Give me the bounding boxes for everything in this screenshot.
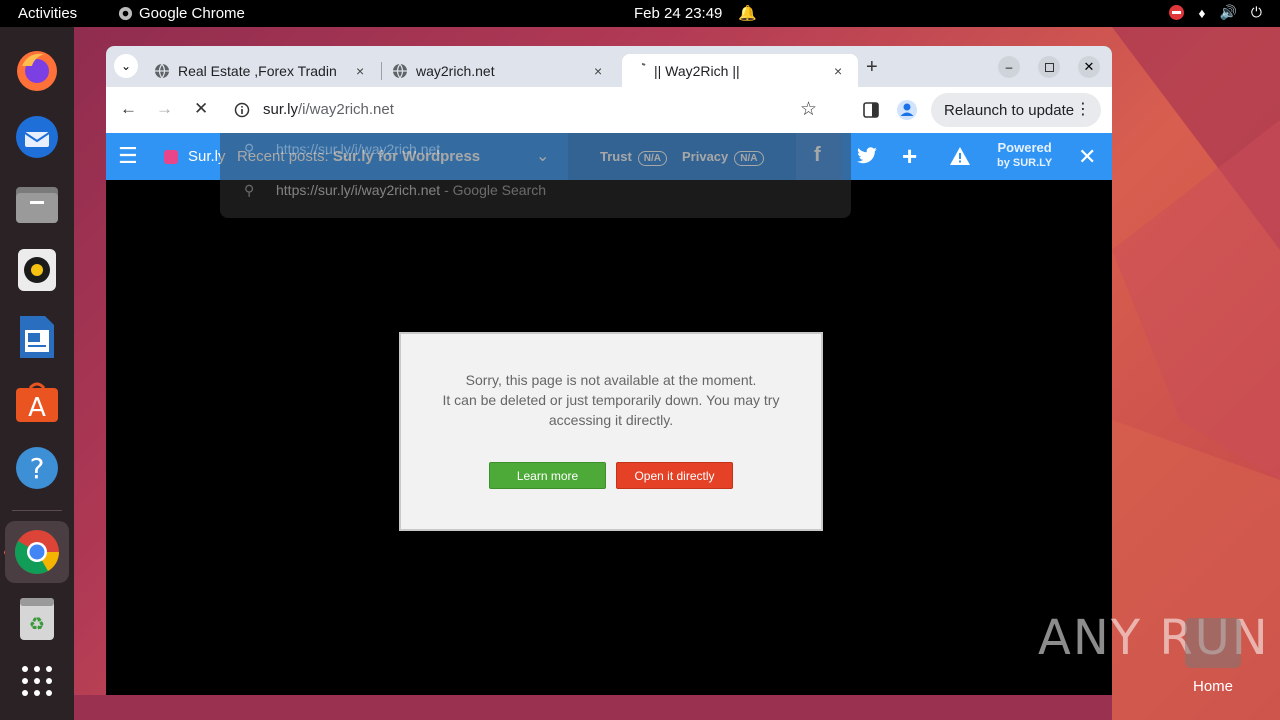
hamburger-menu-icon[interactable]: ☰ (118, 145, 138, 167)
url-path: /i/way2rich.net (298, 101, 394, 118)
thunderbird-icon[interactable] (12, 112, 62, 162)
profile-avatar-icon[interactable] (896, 99, 918, 121)
libreoffice-writer-icon[interactable] (12, 312, 62, 362)
address-bar[interactable]: sur.ly/i/way2rich.net ☆ (224, 93, 844, 127)
tab-title: way2rich.net (416, 62, 495, 79)
tab-way2rich[interactable]: way2rich.net × (388, 54, 614, 87)
home-folder-label: Home (1193, 678, 1234, 695)
relaunch-to-update-button[interactable]: Relaunch to update ⋮ (931, 93, 1101, 127)
dialog-line-2: It can be deleted or just temporarily do… (442, 392, 780, 408)
browser-window: ⌄ Real Estate ,Forex Tradin × way2rich.n… (106, 46, 1112, 695)
notification-bell-icon: 🔔 (738, 5, 757, 22)
maximize-button[interactable] (1038, 56, 1060, 78)
learn-more-button[interactable]: Learn more (489, 462, 606, 489)
chrome-icon[interactable] (5, 521, 69, 583)
twitter-icon[interactable] (856, 147, 878, 165)
suggestion-text: https://sur.ly/i/way2rich.net (276, 141, 441, 157)
tab-separator (381, 62, 382, 80)
url-host: sur.ly (263, 101, 299, 118)
omnibox-suggestions: ⚲ https://sur.ly/i/way2rich.net ⚲ https:… (220, 133, 851, 218)
svg-text:?: ? (30, 452, 45, 485)
files-icon[interactable] (12, 179, 62, 229)
open-directly-button[interactable]: Open it directly (616, 462, 733, 489)
activities-button[interactable]: Activities (18, 5, 77, 22)
volume-icon: 🔊 (1219, 4, 1237, 20)
kebab-menu-icon[interactable]: ⋮ (1075, 99, 1091, 119)
site-info-icon[interactable] (234, 102, 250, 118)
back-arrow-icon[interactable]: ← (120, 99, 137, 119)
app-name: Google Chrome (139, 5, 245, 22)
chrome-small-icon (118, 6, 133, 21)
do-not-disturb-icon (1169, 5, 1185, 20)
dock-separator (12, 510, 62, 511)
browser-toolbar: ← → ✕ sur.ly/i/way2rich.net ☆ Relaunch t… (106, 87, 1112, 133)
network-icon: ♦ (1198, 4, 1206, 21)
tab-way2rich-active[interactable]: || Way2Rich || × (622, 54, 858, 87)
help-icon[interactable]: ? (12, 443, 62, 493)
svg-text:A: A (28, 393, 46, 423)
search-icon: ⚲ (244, 182, 255, 198)
powered-line2: by SUR.LY (997, 157, 1053, 169)
tab-real-estate[interactable]: Real Estate ,Forex Tradin × (150, 54, 376, 87)
dialog-line-1: Sorry, this page is not available at the… (465, 372, 757, 388)
app-menu[interactable]: Google Chrome (118, 5, 245, 22)
surly-logo-icon (164, 150, 178, 164)
tab-close-icon[interactable]: × (594, 63, 602, 79)
unavailable-dialog: Sorry, this page is not available at the… (399, 332, 823, 531)
forward-arrow-icon[interactable]: → (156, 99, 173, 119)
suggestion-text: https://sur.ly/i/way2rich.net (276, 182, 441, 198)
tab-title: Real Estate ,Forex Tradin (178, 62, 337, 79)
relaunch-label: Relaunch to update (944, 101, 1075, 119)
home-folder-icon[interactable] (1185, 618, 1241, 668)
new-tab-button[interactable]: + (866, 56, 878, 79)
app-center-icon[interactable]: A (12, 377, 62, 427)
rhythmbox-icon[interactable] (12, 245, 62, 295)
close-icon[interactable]: ✕ (1078, 144, 1096, 170)
show-apps-icon[interactable] (12, 656, 62, 706)
globe-icon (155, 63, 169, 79)
system-tray[interactable]: ♦ 🔊 ⏻ (1169, 4, 1262, 21)
tab-search-button[interactable]: ⌄ (114, 54, 138, 78)
stop-loading-icon[interactable]: ✕ (194, 99, 208, 119)
globe-icon (393, 63, 407, 79)
powered-line1: Powered (997, 140, 1052, 155)
warning-icon[interactable] (949, 146, 971, 166)
search-icon: ⚲ (244, 141, 255, 157)
bookmark-star-icon[interactable]: ☆ (800, 98, 817, 121)
minimize-button[interactable]: – (998, 56, 1020, 78)
power-icon: ⏻ (1250, 4, 1262, 20)
dialog-line-3: accessing it directly. (548, 412, 674, 428)
clock[interactable]: Feb 24 23:49 (634, 5, 722, 22)
side-panel-icon[interactable] (863, 102, 879, 118)
dock: A ? ♻ (0, 27, 74, 720)
loading-spinner-icon (641, 63, 646, 66)
suggestion-suffix: - Google Search (440, 182, 547, 198)
firefox-icon[interactable] (12, 46, 62, 96)
powered-by-surly[interactable]: Powered by SUR.LY (997, 141, 1052, 170)
tab-close-icon[interactable]: × (834, 63, 842, 79)
tab-title: || Way2Rich || (654, 62, 740, 79)
tab-strip: ⌄ Real Estate ,Forex Tradin × way2rich.n… (106, 46, 1112, 87)
tab-close-icon[interactable]: × (356, 63, 364, 79)
chevron-down-icon: ⌄ (120, 59, 132, 73)
close-window-button[interactable]: ✕ (1078, 56, 1100, 78)
trash-icon[interactable]: ♻ (12, 594, 62, 644)
svg-text:♻: ♻ (29, 614, 45, 635)
add-icon[interactable]: + (902, 141, 917, 172)
top-bar: Activities Google Chrome Feb 24 23:49 🔔 … (0, 0, 1280, 27)
